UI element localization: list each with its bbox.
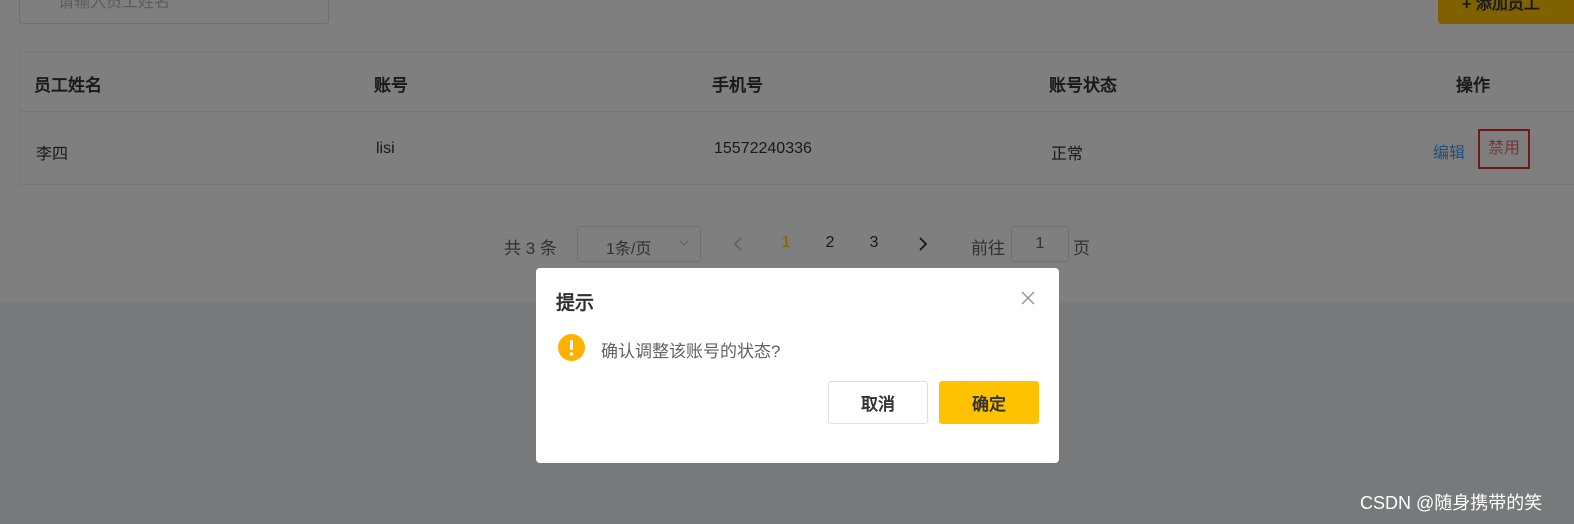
watermark: CSDN @随身携带的笑 bbox=[1360, 493, 1543, 513]
dialog-title: 提示 bbox=[556, 293, 595, 314]
warning-icon bbox=[558, 334, 585, 361]
confirm-button[interactable]: 确定 bbox=[939, 381, 1039, 424]
confirm-dialog: 提示 确认调整该账号的状态? 取消 确定 bbox=[536, 268, 1059, 463]
dialog-message: 确认调整该账号的状态? bbox=[601, 342, 781, 361]
cancel-button[interactable]: 取消 bbox=[828, 381, 928, 424]
close-icon[interactable] bbox=[1020, 290, 1036, 306]
